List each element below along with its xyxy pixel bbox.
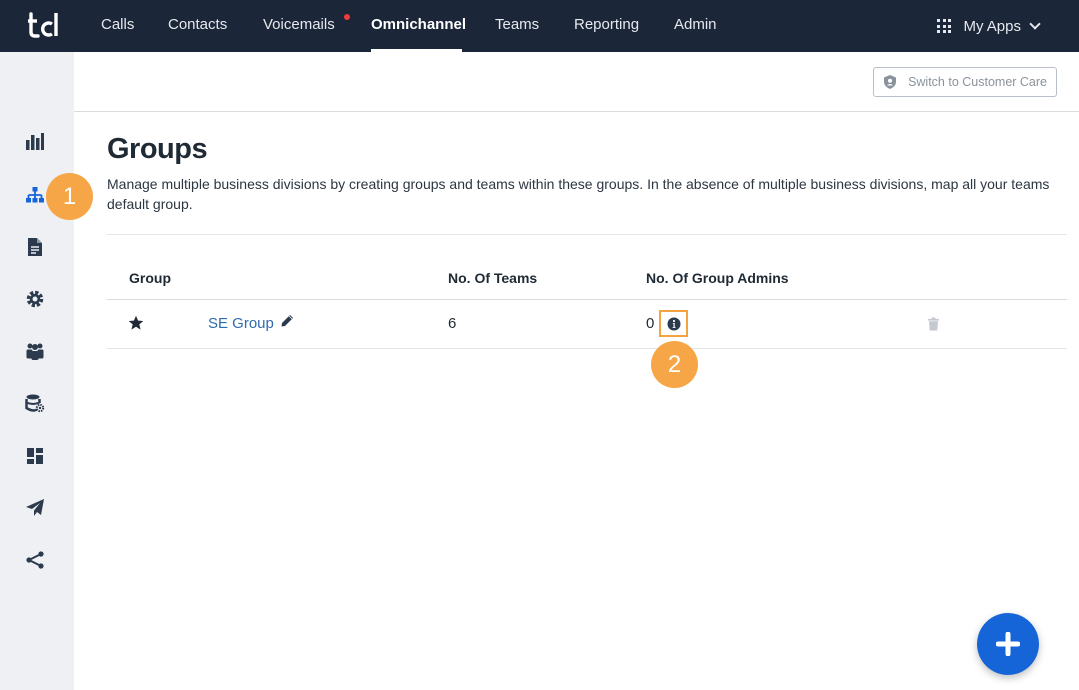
nav-admin[interactable]: Admin — [674, 0, 717, 52]
edit-pencil-icon[interactable] — [280, 314, 294, 328]
document-icon[interactable] — [24, 236, 46, 258]
column-header-admins: No. Of Group Admins — [646, 270, 789, 286]
voicemail-notification-dot — [344, 14, 350, 20]
nav-teams[interactable]: Teams — [495, 0, 539, 52]
page-header-strip: Switch to Customer Care — [74, 52, 1079, 112]
nav-voicemails[interactable]: Voicemails — [263, 0, 335, 52]
group-name-link[interactable]: SE Group — [208, 315, 274, 332]
switch-to-customer-care-button[interactable]: Switch to Customer Care — [873, 67, 1057, 97]
nav-omnichannel[interactable]: Omnichannel — [371, 0, 466, 52]
page-title: Groups — [107, 133, 208, 165]
my-apps-label: My Apps — [963, 17, 1021, 35]
dashboard-icon[interactable] — [24, 445, 46, 467]
info-icon — [667, 317, 680, 330]
trash-icon[interactable] — [927, 317, 940, 331]
nav-reporting[interactable]: Reporting — [574, 0, 639, 52]
chevron-down-icon — [1029, 18, 1041, 30]
callout-marker-1: 1 — [46, 173, 93, 220]
nav-voicemails-label: Voicemails — [263, 16, 335, 33]
description-line-1: Manage multiple business divisions by cr… — [107, 176, 1050, 192]
page-description: Manage multiple business divisions by cr… — [107, 174, 1067, 214]
share-icon[interactable] — [24, 549, 46, 571]
section-divider — [107, 234, 1067, 235]
bar-chart-icon[interactable] — [24, 131, 46, 153]
apps-grid-icon — [937, 19, 952, 33]
org-chart-icon[interactable] — [24, 184, 46, 206]
add-group-fab-button[interactable] — [977, 613, 1039, 675]
tdc-logo[interactable] — [28, 10, 62, 40]
admin-info-highlight[interactable] — [659, 310, 688, 337]
nav-contacts[interactable]: Contacts — [168, 0, 227, 52]
column-header-group: Group — [129, 270, 171, 286]
shield-user-icon — [884, 75, 897, 89]
star-icon[interactable] — [128, 315, 144, 331]
plus-icon — [996, 632, 1020, 656]
table-header-divider — [107, 299, 1067, 300]
column-header-teams: No. Of Teams — [448, 270, 538, 286]
people-icon[interactable] — [24, 340, 46, 362]
sidebar — [0, 52, 74, 690]
my-apps-menu[interactable]: My Apps — [937, 0, 1041, 52]
table-row-divider — [107, 348, 1067, 349]
gear-icon[interactable] — [24, 288, 46, 310]
database-settings-icon[interactable] — [24, 392, 46, 414]
team-count: 6 — [448, 315, 457, 332]
nav-calls[interactable]: Calls — [101, 0, 134, 52]
callout-marker-2: 2 — [651, 341, 698, 388]
top-navigation-bar: Calls Contacts Voicemails Omnichannel Te… — [0, 0, 1079, 52]
nav-omnichannel-label: Omnichannel — [371, 16, 467, 33]
description-line-2: default group. — [107, 196, 193, 212]
switch-button-label: Switch to Customer Care — [908, 75, 1047, 89]
admin-count: 0 — [646, 315, 655, 332]
paper-plane-icon[interactable] — [24, 497, 46, 519]
